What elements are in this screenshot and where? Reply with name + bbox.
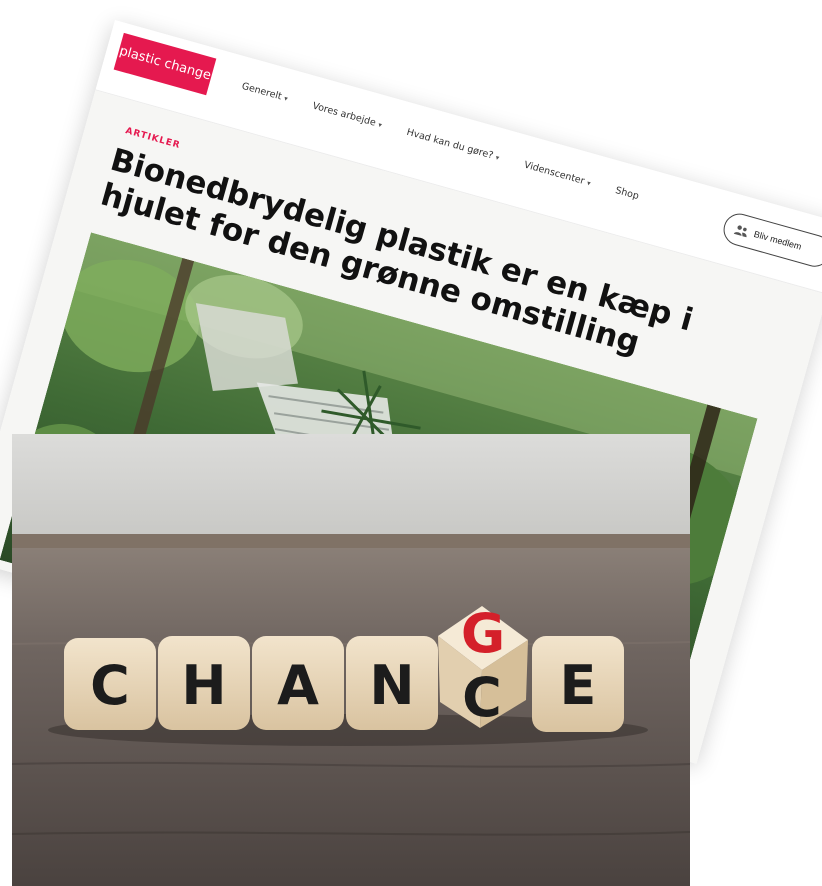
die-letter-n: N (346, 636, 438, 730)
svg-text:N: N (369, 654, 414, 717)
nav-item-label: Vores arbejde (311, 100, 377, 129)
chevron-down-icon: ▾ (586, 178, 592, 188)
svg-text:E: E (560, 654, 597, 717)
nav-item-label: Generelt (240, 80, 283, 103)
die-letter-a: A (252, 636, 344, 730)
svg-text:C: C (90, 654, 130, 717)
svg-text:A: A (277, 654, 319, 717)
nav-item-hvad-kan-du-gore[interactable]: Hvad kan du gøre? ▾ (405, 127, 500, 163)
svg-text:G: G (461, 602, 505, 665)
nav-item-generelt[interactable]: Generelt ▾ (240, 81, 289, 104)
nav-item-label: Videnscenter (522, 159, 586, 187)
become-member-button[interactable]: Bliv medlem (719, 209, 822, 271)
site-logo[interactable]: plastic change (113, 32, 217, 96)
become-member-label: Bliv medlem (752, 228, 803, 252)
nav-item-label: Shop (614, 185, 641, 203)
chevron-down-icon: ▾ (494, 153, 501, 162)
nav-item-shop[interactable]: Shop (614, 185, 640, 202)
change-dice-photo: C H A N G C E (12, 434, 690, 886)
chevron-down-icon: ▾ (377, 120, 383, 129)
die-letter-h: H (158, 636, 250, 730)
collage: plastic change Generelt ▾ Vores arbejde … (0, 0, 822, 886)
users-icon (733, 224, 747, 237)
nav-item-vores-arbejde[interactable]: Vores arbejde ▾ (311, 101, 383, 131)
chevron-down-icon: ▾ (283, 94, 289, 103)
die-letter-e: E (532, 636, 624, 732)
nav-item-label: Hvad kan du gøre? (405, 126, 495, 162)
svg-text:C: C (462, 666, 502, 729)
nav-item-videnscenter[interactable]: Videnscenter ▾ (523, 160, 592, 189)
die-letter-c: C (64, 638, 156, 730)
svg-text:H: H (181, 654, 226, 717)
